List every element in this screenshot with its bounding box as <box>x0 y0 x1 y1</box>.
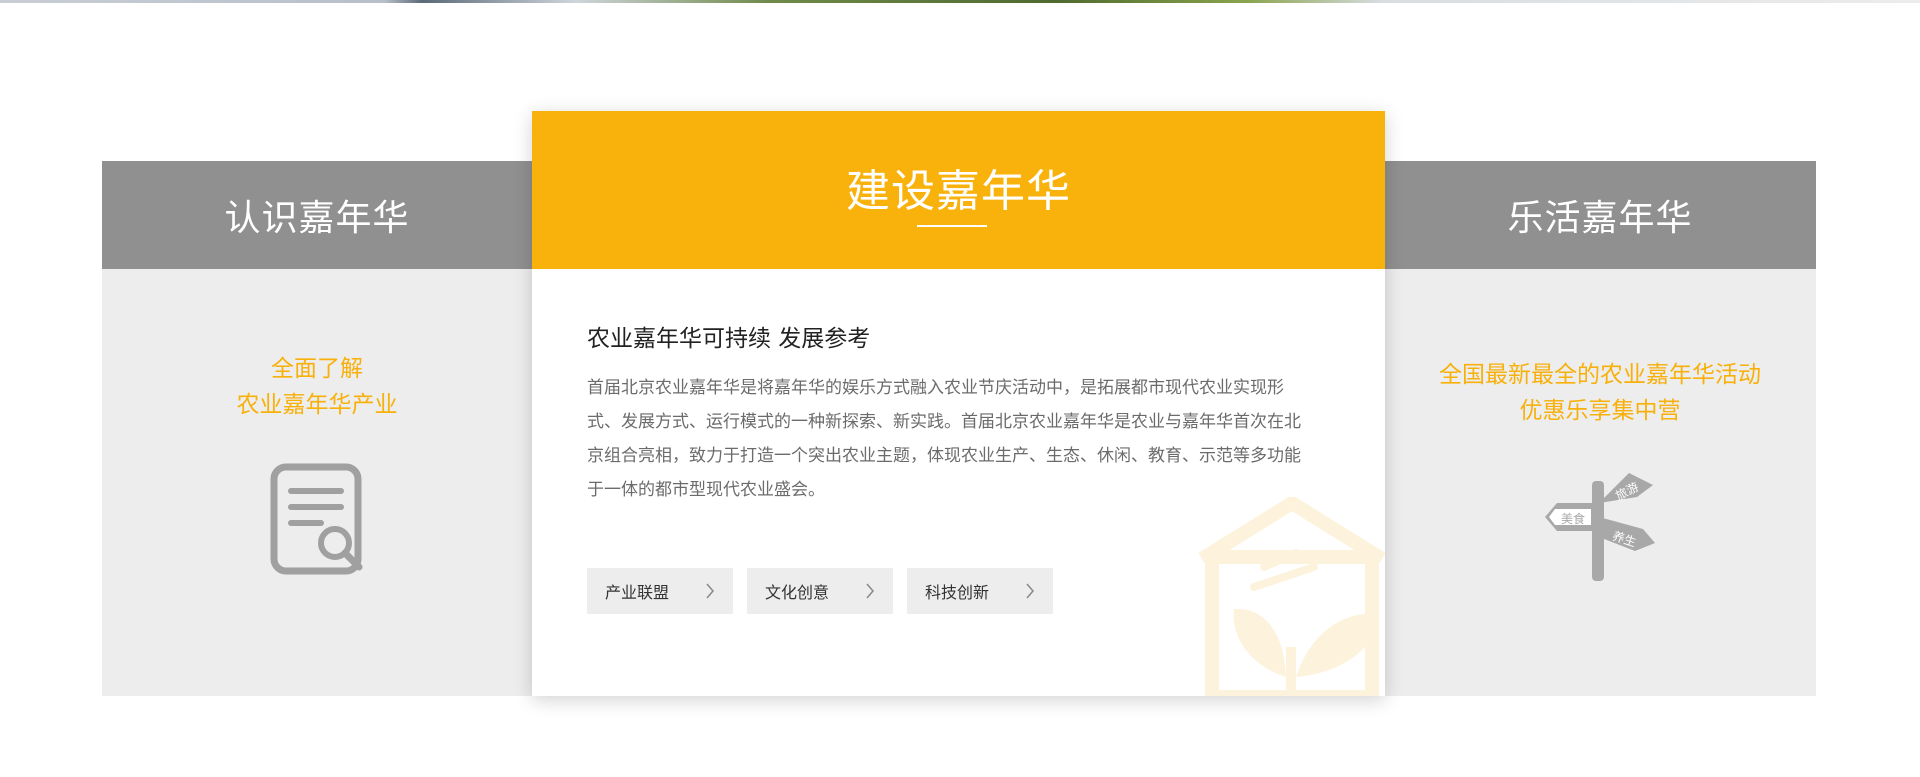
sign-label-1: 美食 <box>1561 511 1585 526</box>
tag-button-tech-innovation[interactable]: 科技创新 <box>907 568 1053 614</box>
tag-label: 文化创意 <box>765 583 830 602</box>
article: 农业嘉年华可持续 发展参考 首届北京农业嘉年华是将嘉年华的娱乐方式融入农业节庆活… <box>587 319 1327 507</box>
left-subtitle-line2: 农业嘉年华产业 <box>236 392 398 418</box>
article-title[interactable]: 农业嘉年华可持续 发展参考 <box>587 319 1327 353</box>
signpost-icon: 美食 养生 旅游 <box>1545 473 1655 581</box>
right-subtitle-line2: 优惠乐享集中营 <box>1519 398 1681 424</box>
right-panel-title: 乐活嘉年华 <box>1507 198 1693 239</box>
tag-button-industry-alliance[interactable]: 产业联盟 <box>587 568 733 614</box>
tag-label: 产业联盟 <box>605 583 670 602</box>
right-panel[interactable]: 乐活嘉年华 全国最新最全的农业嘉年华活动 优惠乐享集中营 美食 养生 旅游 <box>1384 161 1816 696</box>
center-title: 建设嘉年华 <box>846 166 1071 217</box>
right-panel-header: 乐活嘉年华 <box>1384 161 1816 269</box>
article-body: 首届北京农业嘉年华是将嘉年华的娱乐方式融入农业节庆活动中，是拓展都市现代农业实现… <box>587 378 1301 500</box>
tag-row: 产业联盟 文化创意 科技创新 <box>587 568 1053 614</box>
left-subtitle-line1: 全面了解 <box>271 356 363 382</box>
chevron-right-icon <box>1026 583 1034 599</box>
left-panel-title: 认识嘉年华 <box>224 198 410 239</box>
left-panel-header: 认识嘉年华 <box>102 161 532 269</box>
center-card: 建设嘉年华 农业嘉年华可持续 发展参考 首届北京农业嘉年华是将嘉年华的娱乐方式融… <box>532 111 1385 696</box>
chevron-right-icon <box>706 583 714 599</box>
document-search-icon <box>270 463 363 575</box>
left-panel[interactable]: 认识嘉年华 全面了解 农业嘉年华产业 <box>102 161 532 696</box>
house-leaf-icon <box>1198 497 1385 696</box>
tag-label: 科技创新 <box>925 583 990 602</box>
center-header: 建设嘉年华 <box>532 111 1385 269</box>
right-subtitle-line1: 全国最新最全的农业嘉年华活动 <box>1439 362 1761 388</box>
title-underline <box>917 225 987 227</box>
feature-section: 认识嘉年华 全面了解 农业嘉年华产业 乐活嘉年华 全国最新最全的农业嘉年华活动 … <box>0 0 1920 777</box>
chevron-right-icon <box>866 583 874 599</box>
right-panel-subtitle: 全国最新最全的农业嘉年华活动 优惠乐享集中营 <box>1384 357 1816 429</box>
tag-button-cultural-creativity[interactable]: 文化创意 <box>747 568 893 614</box>
left-panel-subtitle: 全面了解 农业嘉年华产业 <box>102 351 532 423</box>
